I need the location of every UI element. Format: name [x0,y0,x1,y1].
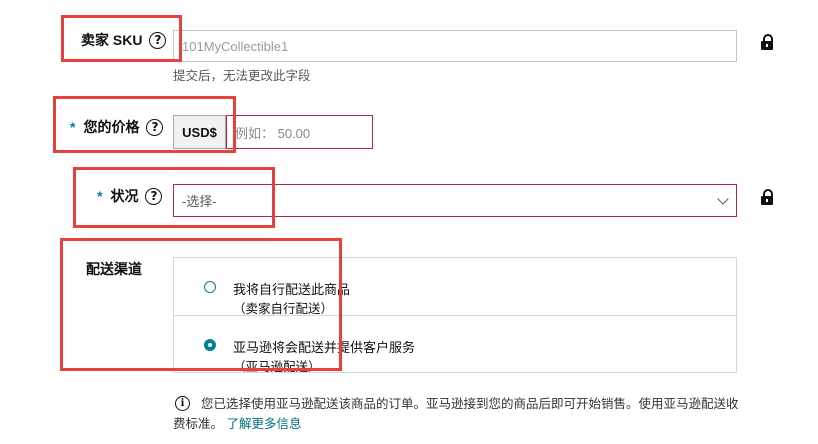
lock-icon [761,34,773,50]
highlight-box [73,167,275,228]
price-input[interactable]: 例如： 50.00 [226,115,373,149]
highlight-box [61,15,182,62]
notice-text: 您已选择使用亚马逊配送该商品的订单。亚马逊接到您的商品后即可开始销售。使用亚马逊… [173,394,743,434]
lock-icon [761,189,773,205]
highlight-box [53,96,236,153]
sku-hint: 提交后，无法更改此字段 [173,69,311,83]
sku-value: 101MyCollectible1 [182,38,289,54]
sku-input: 101MyCollectible1 [173,30,737,62]
learn-more-link[interactable]: 了解更多信息 [227,417,302,431]
price-placeholder: 例如： 50.00 [235,125,311,141]
highlight-box [60,238,342,371]
